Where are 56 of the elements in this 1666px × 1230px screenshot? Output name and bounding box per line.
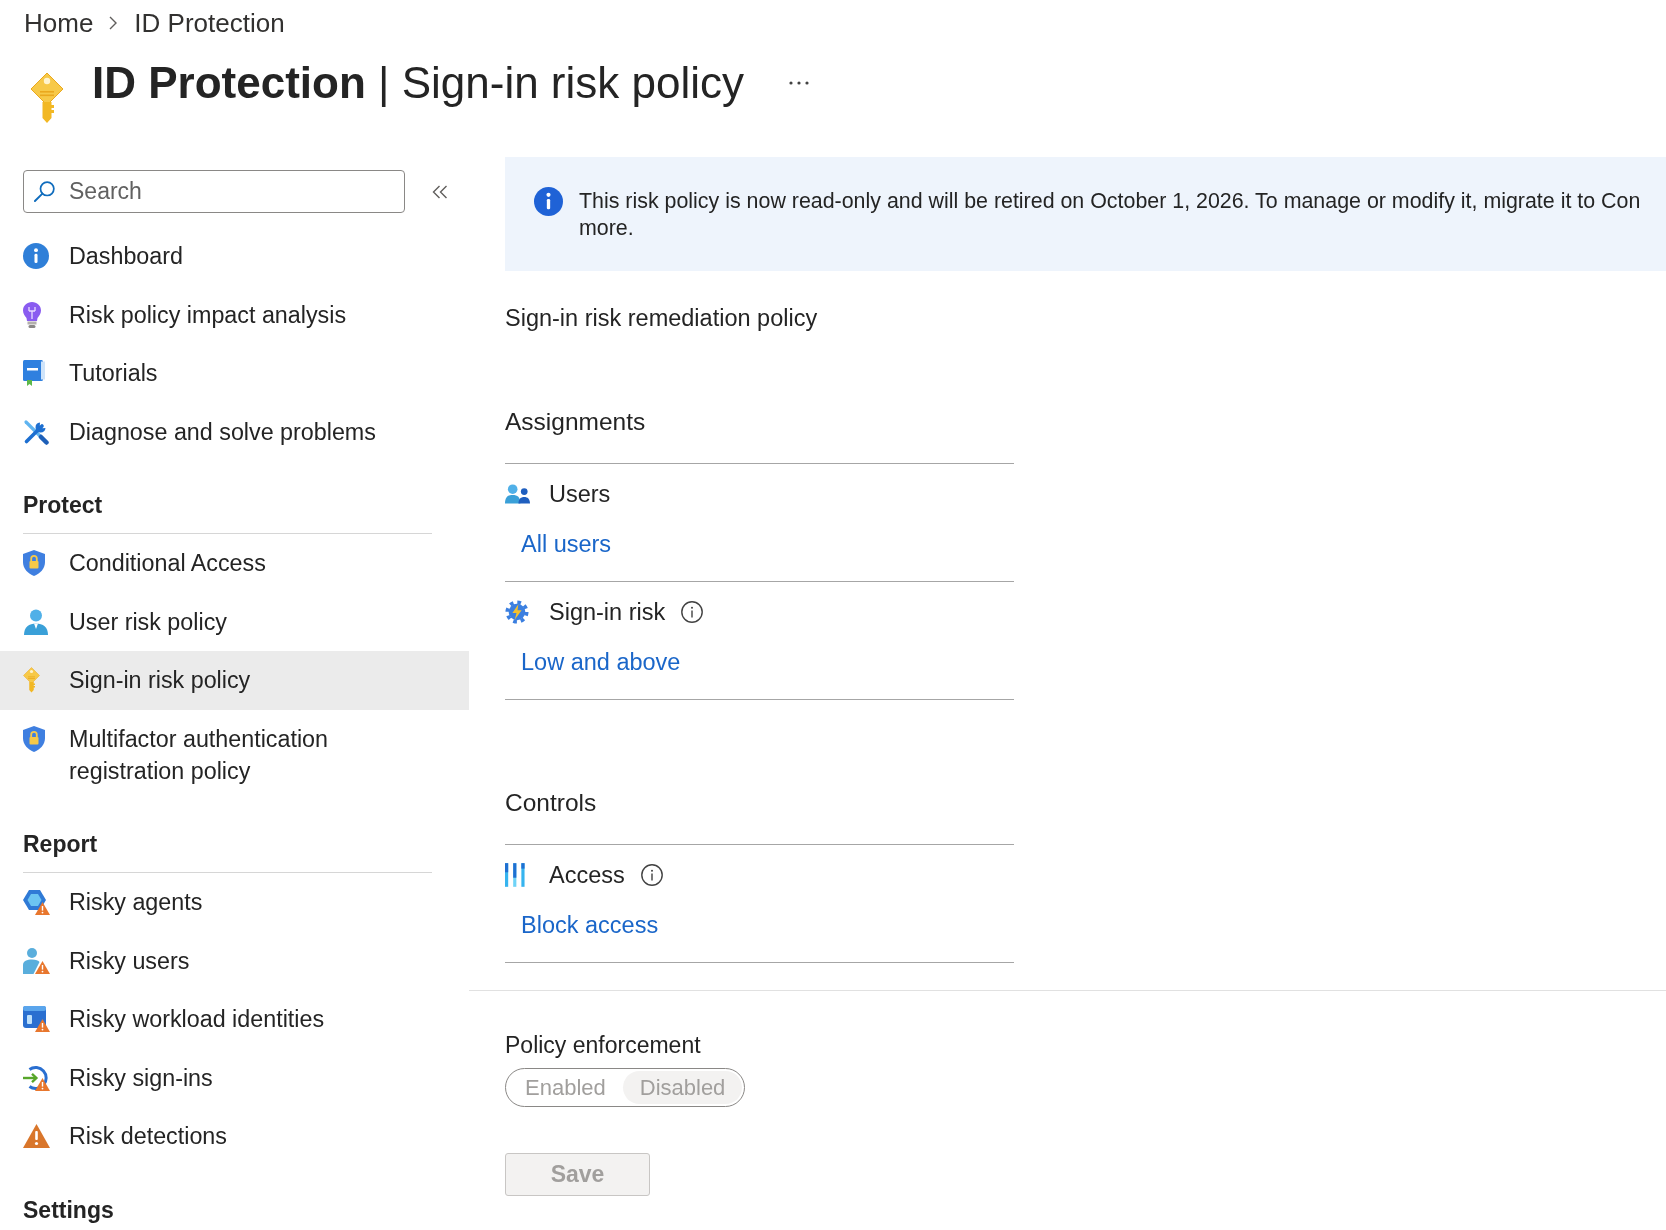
nav-item[interactable]: Risky agents [0,873,469,932]
nav-item[interactable]: Risky workload identities [0,990,469,1049]
nav-item[interactable]: Dashboard [0,227,469,286]
chevron-right-icon [109,16,118,30]
info-icon [23,243,49,269]
nav-item[interactable]: Conditional Access [0,534,469,593]
info-icon[interactable] [681,601,704,623]
nav-section-heading: Protect [23,491,103,519]
window-warning-icon [23,1006,50,1032]
nav-item[interactable]: Sign-in risk policy [0,651,469,710]
collapse-button[interactable] [432,184,448,199]
search-field[interactable]: Search [23,170,405,213]
lightbulb-icon [23,301,41,328]
nav-item[interactable]: User risk policy [0,592,469,651]
setting-label: Users [549,480,611,509]
nav-item[interactable]: Risk detections [0,1107,469,1166]
field-label: Policy enforcement [505,1031,701,1060]
double-chevron-left-icon [432,184,448,199]
hexagon-warning-icon [23,889,50,915]
setting-label: Access [549,861,625,890]
nav-item[interactable]: Tutorials [0,344,469,403]
nav-item[interactable]: Risk policy impact analysis [0,285,469,344]
shield-lock-icon [23,725,45,752]
sign-in-warning-icon [23,1064,50,1091]
nav-section-heading: Report [23,830,98,858]
bars-icon [505,863,525,887]
policy-name: Sign-in risk remediation policy [505,304,818,333]
banner-message: This risk policy is now read-only and will be retired on October 1, 2026. To manage or modify it, migrate it to Con more. [579,188,1641,242]
setting-label: Sign-in risk [549,598,666,627]
person-warning-icon [23,947,50,974]
key-icon [30,72,64,124]
search-icon [34,181,55,202]
nav-item[interactable]: Risky users [0,931,469,990]
key-icon [23,667,40,693]
nav-item[interactable]: Multifactor authentication registration policy [0,709,469,800]
breadcrumb-link[interactable]: Home [24,6,94,40]
more-icon [789,81,809,85]
nav-item[interactable]: Risky sign-ins [0,1048,469,1107]
users-icon [505,484,530,504]
section-title: Assignments [505,407,646,437]
person-icon [23,608,49,635]
gear-bolt-icon [505,600,529,624]
nav-section-heading: Settings [23,1195,114,1224]
setting-value-link[interactable]: Low and above [521,647,681,677]
tools-icon [23,418,49,445]
breadcrumb-link[interactable]: ID Protection [134,6,285,40]
info-icon[interactable] [640,864,663,886]
book-icon [23,360,45,386]
nav-item[interactable]: Diagnose and solve problems [0,402,469,461]
info-icon [534,187,563,216]
section-title: Controls [505,788,597,818]
setting-value-link[interactable]: All users [521,529,612,559]
warning-icon [23,1124,50,1148]
shield-lock-icon [23,550,45,576]
setting-value-link[interactable]: Block access [521,910,659,940]
page-title: ID Protection | Sign-in risk policy [92,57,744,109]
